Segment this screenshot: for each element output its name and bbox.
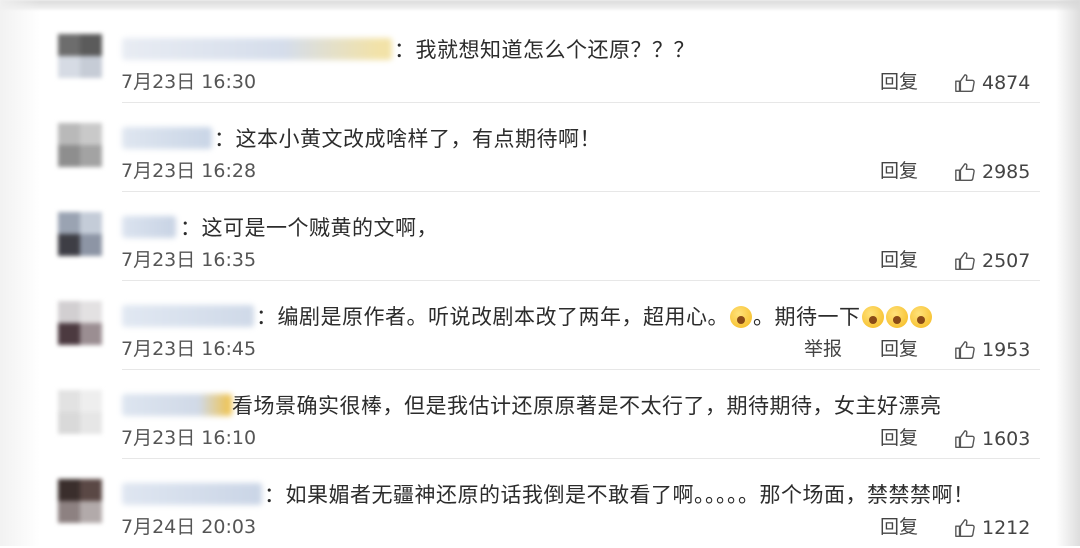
comment-time: 7月23日 16:28	[121, 160, 257, 182]
thumbs-up-icon	[955, 519, 975, 537]
comment-text-main: ：编剧是原作者。听说改剧本改了两年，超用心。	[256, 305, 729, 329]
comment-text: ：这本小黄文改成啥样了，有点期待啊！	[214, 127, 601, 151]
reply-button[interactable]: 回复	[880, 246, 918, 274]
username-redacted[interactable]	[122, 394, 232, 416]
like-count: 1212	[982, 517, 1031, 539]
like-button[interactable]: 4874	[954, 69, 1030, 97]
username-redacted[interactable]	[122, 216, 176, 238]
reply-button[interactable]: 回复	[880, 68, 918, 96]
comment-time: 7月23日 16:10	[121, 427, 257, 449]
comment-time: 7月23日 16:45	[121, 338, 257, 360]
comment-time: 7月24日 20:03	[121, 516, 257, 538]
comment-item: ：这可是一个贼黄的文啊， 7月23日 16:35 回复 2507	[0, 192, 1080, 281]
thumbs-up-icon	[955, 74, 975, 92]
username-redacted[interactable]	[122, 483, 262, 505]
face-emoji-icon	[730, 306, 752, 328]
like-button[interactable]: 2507	[954, 247, 1030, 275]
comment-text: ：编剧是原作者。听说改剧本改了两年，超用心。 。期待一下	[256, 303, 933, 331]
avatar[interactable]	[58, 123, 102, 167]
avatar[interactable]	[58, 34, 102, 78]
face-emoji-icon	[909, 306, 932, 328]
comment-text-tail: 。期待一下	[753, 305, 861, 329]
comment-item: ：我就想知道怎么个还原？？？ 7月23日 16:30 回复 4874	[0, 14, 1080, 103]
like-count: 2507	[982, 250, 1031, 272]
thumbs-up-icon	[955, 341, 975, 359]
comment-text: 看场景确实很棒，但是我估计还原原著是不太行了，期待期待，女主好漂亮	[232, 394, 942, 418]
avatar[interactable]	[58, 301, 102, 345]
comment-time: 7月23日 16:35	[121, 249, 257, 271]
top-cropped-strip	[0, 0, 1080, 10]
thumbs-up-icon	[955, 252, 975, 270]
username-redacted[interactable]	[122, 38, 392, 60]
like-button[interactable]: 1953	[954, 336, 1030, 364]
avatar[interactable]	[58, 212, 102, 256]
comment-item: 看场景确实很棒，但是我估计还原原著是不太行了，期待期待，女主好漂亮 7月23日 …	[0, 370, 1080, 459]
like-count: 2985	[982, 161, 1031, 183]
username-redacted[interactable]	[122, 305, 254, 327]
face-emoji-icon	[885, 306, 908, 328]
like-button[interactable]: 1212	[954, 514, 1030, 542]
avatar[interactable]	[58, 479, 102, 523]
username-redacted[interactable]	[122, 127, 212, 149]
like-button[interactable]: 1603	[954, 425, 1030, 453]
like-count: 1953	[982, 339, 1031, 361]
comment-text: ：这可是一个贼黄的文啊，	[180, 216, 438, 240]
thumbs-up-icon	[955, 430, 975, 448]
comment-text: ：我就想知道怎么个还原？？？	[394, 38, 695, 62]
avatar[interactable]	[58, 390, 102, 434]
comment-time: 7月23日 16:30	[121, 71, 257, 93]
thumbs-up-icon	[955, 163, 975, 181]
comment-item: ：这本小黄文改成啥样了，有点期待啊！ 7月23日 16:28 回复 2985	[0, 103, 1080, 192]
reply-button[interactable]: 回复	[880, 335, 918, 363]
like-count: 1603	[982, 428, 1031, 450]
reply-button[interactable]: 回复	[880, 513, 918, 541]
like-button[interactable]: 2985	[954, 158, 1030, 186]
comment-item: ：编剧是原作者。听说改剧本改了两年，超用心。 。期待一下 7月23日 16:45 …	[0, 281, 1080, 370]
like-count: 4874	[982, 72, 1031, 94]
reply-button[interactable]: 回复	[880, 157, 918, 185]
reply-button[interactable]: 回复	[880, 424, 918, 452]
face-emoji-icon	[861, 306, 884, 328]
report-button[interactable]: 举报	[804, 335, 842, 363]
comment-item: ：如果媚者无疆神还原的话我倒是不敢看了啊。。。。。那个场面，禁禁禁啊！ 7月24…	[0, 459, 1080, 548]
comment-text: ：如果媚者无疆神还原的话我倒是不敢看了啊。。。。。那个场面，禁禁禁啊！	[264, 483, 975, 507]
